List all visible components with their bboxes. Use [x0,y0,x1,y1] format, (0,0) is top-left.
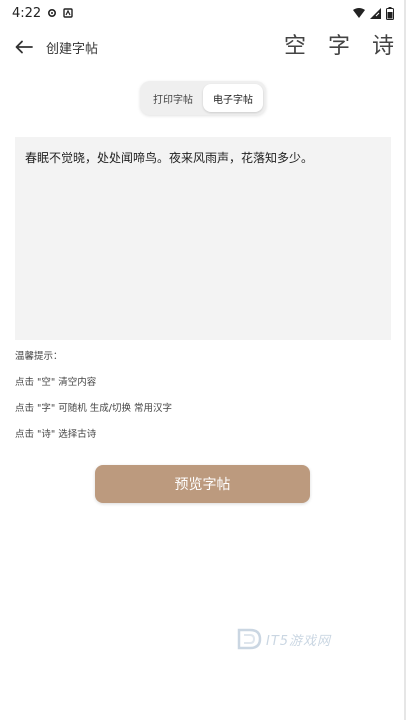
tips-section: 温馨提示： 点击 "空" 清空内容 点击 "字" 可随机 生成/切换 常用汉字 … [15,348,391,452]
arrow-left-icon [15,40,33,54]
settings-icon [47,8,57,18]
tip-line: 点击 "诗" 选择古诗 [15,429,97,440]
watermark-logo-icon [236,628,262,650]
header: 创建字帖 空 字 诗 [0,26,406,68]
status-time: 4:22 [12,5,42,21]
clear-button[interactable]: 空 [284,36,306,58]
header-actions: 空 字 诗 [284,36,396,58]
tab-print-copybook[interactable]: 打印字帖 [143,84,203,112]
tips-title: 温馨提示： [15,351,63,362]
battery-icon [386,6,394,20]
preview-copybook-button[interactable]: 预览字帖 [95,465,310,503]
content-editor[interactable]: 春眠不觉晓，处处闻啼鸟。夜来风雨声，花落知多少。 [15,137,391,340]
mode-toggle: 打印字帖 电子字帖 [140,81,266,115]
status-left: 4:22 [12,6,73,21]
random-character-button[interactable]: 字 [328,36,350,58]
create-copybook-screen: 4:22 创建字帖 空 字 诗 打印字帖 电子字帖 春眠不觉晓，处处闻啼鸟。夜来… [0,0,406,720]
signal-icon [370,7,381,19]
notification-icon [63,8,73,18]
tip-line: 点击 "空" 清空内容 [15,377,97,388]
watermark-text: IT5游戏网 [266,633,332,649]
wifi-icon [353,8,365,18]
select-poem-button[interactable]: 诗 [372,36,394,58]
tip-line: 点击 "字" 可随机 生成/切换 常用汉字 [15,403,173,414]
back-button[interactable] [10,33,38,61]
page-title: 创建字帖 [46,41,99,57]
status-right [353,6,394,20]
tab-electronic-copybook[interactable]: 电子字帖 [203,84,263,112]
status-bar: 4:22 [0,0,406,26]
watermark: IT5游戏网 [236,628,331,650]
